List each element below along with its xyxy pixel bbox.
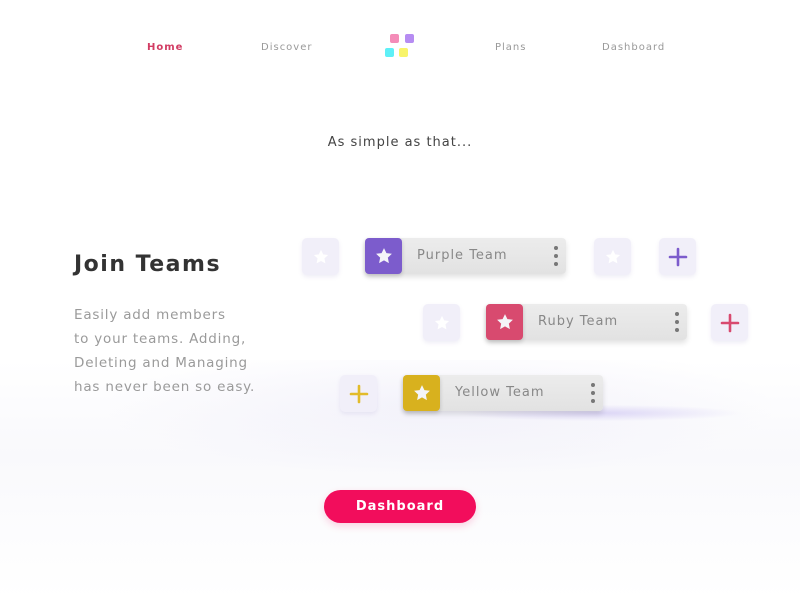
feature-description: Easily add members to your teams. Adding… bbox=[74, 303, 284, 399]
add-yellow-team-button[interactable] bbox=[340, 375, 377, 412]
kebab-menu-icon[interactable] bbox=[589, 383, 597, 403]
four-squares-logo[interactable] bbox=[384, 33, 416, 59]
star-icon bbox=[413, 385, 430, 401]
star-icon bbox=[313, 249, 328, 263]
add-ruby-team-button[interactable] bbox=[711, 304, 748, 341]
team-card-yellow[interactable]: Yellow Team bbox=[403, 375, 603, 411]
nav-plans[interactable]: Plans bbox=[495, 42, 526, 53]
star-icon bbox=[434, 315, 449, 329]
team-name: Yellow Team bbox=[455, 385, 545, 400]
nav-home[interactable]: Home bbox=[147, 42, 183, 53]
star-icon bbox=[496, 314, 513, 330]
team-card-purple[interactable]: Purple Team bbox=[365, 238, 566, 274]
nav-discover[interactable]: Discover bbox=[261, 42, 313, 53]
plus-icon bbox=[720, 313, 739, 332]
description-line: Easily add members bbox=[74, 307, 226, 323]
nav-dashboard[interactable]: Dashboard bbox=[602, 42, 665, 53]
kebab-menu-icon[interactable] bbox=[552, 246, 560, 266]
feature-title: Join Teams bbox=[74, 252, 222, 277]
team-badge bbox=[365, 238, 402, 274]
logo-square-pink bbox=[390, 34, 399, 43]
logo-square-yellow bbox=[399, 48, 408, 57]
kebab-menu-icon[interactable] bbox=[673, 312, 681, 332]
description-line: Deleting and Managing bbox=[74, 355, 248, 371]
logo-square-cyan bbox=[385, 48, 394, 57]
team-card-ruby[interactable]: Ruby Team bbox=[486, 304, 687, 340]
star-icon bbox=[605, 249, 620, 263]
team-badge bbox=[486, 304, 523, 340]
team-badge bbox=[403, 375, 440, 411]
logo-square-purple bbox=[405, 34, 414, 43]
add-purple-team-button[interactable] bbox=[659, 238, 696, 275]
favorite-button[interactable] bbox=[423, 304, 460, 341]
team-name: Purple Team bbox=[417, 248, 508, 263]
team-name: Ruby Team bbox=[538, 314, 619, 329]
dashboard-button[interactable]: Dashboard bbox=[324, 490, 476, 523]
description-line: has never been so easy. bbox=[74, 379, 256, 395]
favorite-button[interactable] bbox=[594, 238, 631, 275]
plus-icon bbox=[668, 247, 687, 266]
description-line: to your teams. Adding, bbox=[74, 331, 247, 347]
favorite-button[interactable] bbox=[302, 238, 339, 275]
plus-icon bbox=[349, 384, 368, 403]
tagline: As simple as that... bbox=[327, 135, 473, 150]
star-icon bbox=[375, 248, 392, 264]
